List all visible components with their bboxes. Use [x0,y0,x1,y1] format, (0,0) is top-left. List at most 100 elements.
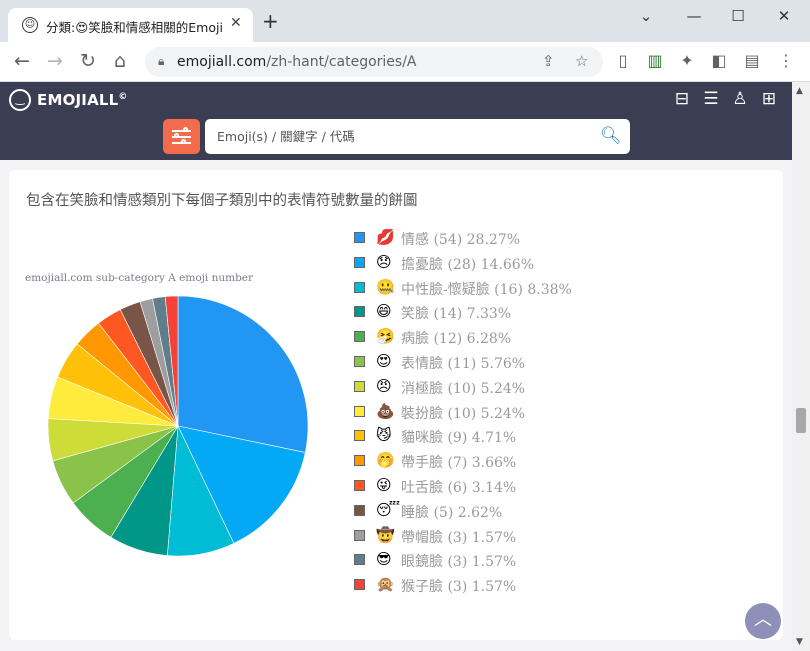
scroll-up-arrow-icon[interactable]: ▲ [796,86,803,96]
filter-line [172,130,191,132]
legend-label: 眼鏡臉 (3) 1.57% [401,554,517,571]
search-input[interactable] [205,119,630,154]
language-icon[interactable]: ⊞ [758,89,780,109]
extensions-puzzle-icon[interactable]: ✦ [677,51,697,70]
hamburger-menu-icon[interactable]: ☰ [700,89,722,109]
legend-emoji-icon: 🙊 [376,575,395,594]
forward-arrow-icon[interactable]: → [44,50,66,72]
browser-toolbar: ← → ↻ ⌂ 🔒︎ emojiall.com/zh-hant/categori… [0,42,810,82]
url-host: emojiall.com [177,54,267,70]
page-scrollbar[interactable]: ▲ ▼ [792,82,810,651]
legend-label: 中性臉-懷疑臉 (16) 8.38% [401,281,572,298]
bookmark-star-icon[interactable]: ☆ [575,52,588,70]
legend-swatch [354,430,365,442]
chart-card-title: 包含在笑臉和情感類別下每個子類別中的表情符號數量的餅圖 [26,193,418,209]
legend-label: 睡臉 (5) 2.62% [401,504,503,521]
web-page: ‿ EMOJIALL© ⊟ ☰ ♙ ⊞ 🔍︎ 包含在笑臉和情感類別下每個子類別中… [0,82,792,651]
legend-emoji-icon: 🤭 [376,451,395,470]
legend-swatch [354,579,365,591]
side-panel-icon[interactable]: ◧ [709,51,729,70]
legend-label: 病臉 (12) 6.28% [401,331,512,348]
back-to-top-button[interactable]: ︿ [745,603,781,639]
legend-emoji-icon: 😴 [376,500,401,519]
site-header: ‿ EMOJIALL© ⊟ ☰ ♙ ⊞ 🔍︎ [0,82,792,160]
new-tab-plus-icon[interactable]: + [262,11,279,31]
legend-emoji-icon: 🤐 [376,277,395,296]
legend-emoji-icon: 😜 [376,476,392,494]
legend-emoji-icon: 💩 [376,401,395,420]
browser-tab-strip: ☺ 分類:😍笑臉和情感相關的Emoji ✕ + ⌄ — ☐ ✕ [0,0,810,42]
legend-swatch [354,281,365,293]
smiley-logo-icon[interactable]: ‿ [9,89,31,111]
legend-swatch [354,256,365,268]
legend-swatch [354,380,365,392]
legend-emoji-icon: 🤧 [376,327,395,346]
url-path: /zh-hant/categories/A [266,54,417,70]
filter-knob [183,127,188,132]
pie-slice-0[interactable] [177,295,309,453]
legend-emoji-icon: 😠 [376,376,392,395]
legend-swatch [354,529,365,541]
filter-button[interactable] [163,119,200,154]
search-icon[interactable]: 🔍︎ [600,126,622,146]
legend-label: 笑臉 (14) 7.33% [401,306,512,323]
legend-swatch [354,306,365,318]
legend-label: 貓咪臉 (9) 4.71% [401,430,517,447]
pie-chart [47,295,309,557]
legend-swatch [354,232,365,243]
legend-label: 情感 (54) 28.27% [401,232,521,248]
extension-chart-icon[interactable]: ▥ [645,51,665,70]
scrollbar-thumb[interactable] [796,408,806,433]
home-icon[interactable]: ⌂ [109,50,131,72]
window-minimize-icon[interactable]: — [684,7,704,25]
legend-label: 擔憂臉 (28) 14.66% [401,256,535,273]
back-arrow-icon[interactable]: ← [11,50,33,72]
legend-emoji-icon: 😄 [376,302,392,321]
window-close-icon[interactable]: ✕ [774,7,794,25]
legend-emoji-icon: 😼 [376,426,392,445]
tab-favicon-icon: ☺ [22,17,38,33]
tab-search-chevron-icon[interactable]: ⌄ [636,7,656,25]
window-maximize-icon[interactable]: ☐ [728,7,748,25]
chevron-up-icon: ︿ [754,609,772,630]
legend-label: 猴子臉 (3) 1.57% [401,579,517,596]
tab-title: 分類:😍笑臉和情感相關的Emoji [46,20,223,35]
browser-menu-icon[interactable]: ⋮ [776,51,796,70]
legend-emoji-icon: 💋 [376,228,395,246]
legend-label: 吐舌臉 (6) 3.14% [401,480,517,496]
legend-label: 消極臉 (10) 5.24% [401,380,526,397]
share-icon[interactable]: ⇪ [542,52,555,70]
site-logo[interactable]: EMOJIALL© [37,91,128,109]
legend-swatch [354,356,365,367]
legend-swatch [354,331,365,343]
reload-icon[interactable]: ↻ [77,50,99,72]
legend-swatch [354,504,365,516]
legend-swatch [354,455,365,467]
tab-close-icon[interactable]: ✕ [230,15,242,31]
chart-card: 包含在笑臉和情感類別下每個子類別中的表情符號數量的餅圖 emojiall.com… [9,170,783,640]
address-bar[interactable]: 🔒︎ emojiall.com/zh-hant/categories/A ⇪ ☆ [145,47,603,77]
settings-sliders-icon[interactable]: ⊟ [671,89,693,109]
chart-caption: emojiall.com sub-category A emoji number [25,272,254,284]
legend-label: 帶手臉 (7) 3.66% [401,455,517,472]
extension-mouse-icon[interactable]: ▯ [613,51,633,70]
url-text: emojiall.com/zh-hant/categories/A [177,54,417,70]
legend-emoji-icon: 🤠 [376,525,395,544]
profile-avatar-icon[interactable]: ▤ [742,51,762,70]
legend-swatch [354,480,365,491]
legend-emoji-icon: 😍 [376,352,392,370]
browser-tab-active[interactable]: ☺ 分類:😍笑臉和情感相關的Emoji ✕ [8,8,253,42]
legend-emoji-icon: 😎 [376,550,392,569]
logo-mark: © [118,92,128,102]
filter-knob [174,133,179,138]
legend-label: 裝扮臉 (10) 5.24% [401,405,526,422]
legend-emoji-icon: 😞 [376,252,392,271]
lock-icon[interactable]: 🔒︎ [158,54,164,69]
logo-text: EMOJIALL [37,91,119,109]
scroll-down-arrow-icon[interactable]: ▼ [796,637,803,647]
legend-swatch [354,405,365,417]
legend-swatch [354,554,365,566]
legend-label: 帶帽臉 (3) 1.57% [401,529,517,546]
user-icon[interactable]: ♙ [729,89,751,109]
legend-label: 表情臉 (11) 5.76% [401,356,526,372]
